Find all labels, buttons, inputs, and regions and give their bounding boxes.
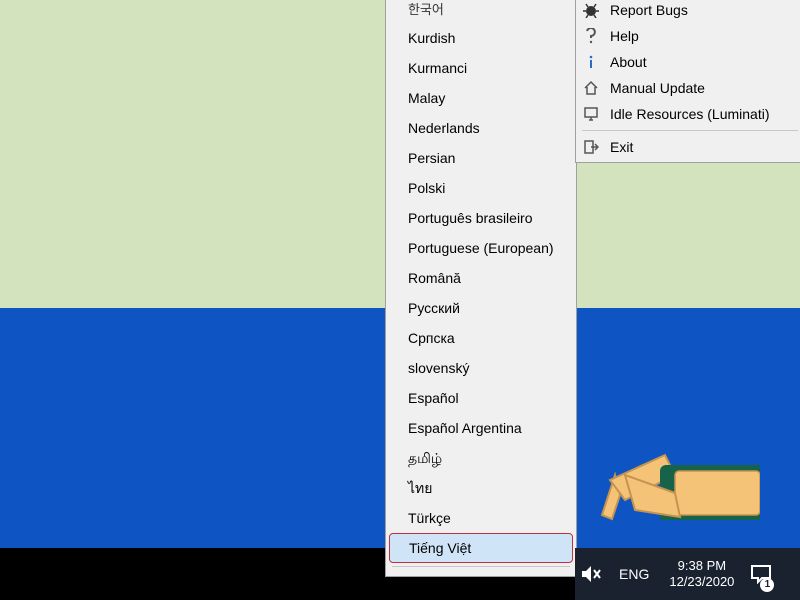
frame bbox=[0, 0, 800, 600]
